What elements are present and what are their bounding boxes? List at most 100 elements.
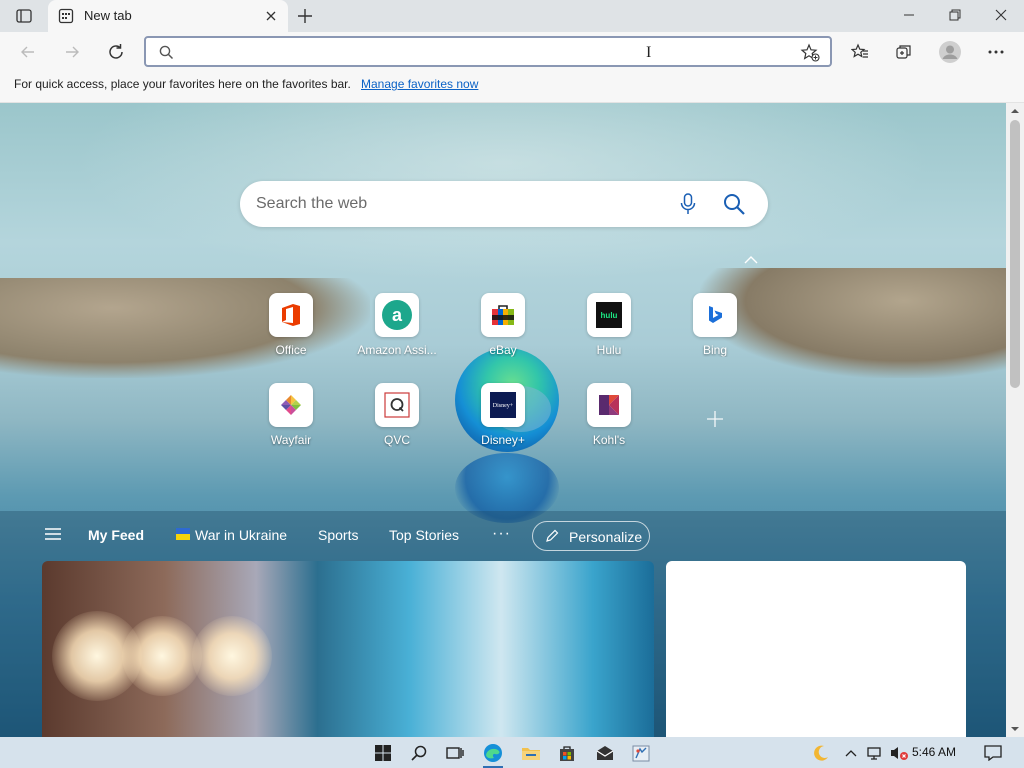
new-tab-button[interactable]: [292, 5, 318, 27]
tab-sports[interactable]: Sports: [318, 527, 358, 543]
volume-status[interactable]: [886, 740, 912, 766]
restore-button[interactable]: [932, 0, 978, 30]
quick-link-ebay[interactable]: eBay: [460, 293, 546, 363]
start-button[interactable]: [370, 740, 396, 766]
quick-link-wayfair[interactable]: Wayfair: [248, 383, 334, 453]
personalize-button[interactable]: Personalize: [532, 521, 650, 551]
more-topics-button[interactable]: ···: [492, 525, 511, 543]
address-bar[interactable]: I: [144, 36, 832, 67]
forward-arrow-icon: [66, 46, 79, 58]
back-arrow-icon: [21, 46, 34, 58]
news-feed: My Feed War in Ukraine Sports Top Storie…: [0, 511, 1006, 737]
svg-text:Disney+: Disney+: [493, 403, 514, 409]
web-search-box[interactable]: Search the web: [240, 181, 768, 227]
show-hidden-icons-button[interactable]: [838, 740, 864, 766]
ukraine-flag-icon: [176, 528, 190, 540]
scrollbar-thumb[interactable]: [1010, 120, 1020, 388]
avatar: [939, 41, 961, 63]
windows-logo-icon: [375, 745, 391, 761]
more-dots-icon: [988, 50, 1004, 54]
close-window-button[interactable]: [978, 0, 1024, 30]
amazon-assistant-icon: a: [382, 300, 412, 330]
taskbar-edge[interactable]: [480, 740, 506, 768]
taskbar-paint[interactable]: [628, 740, 654, 766]
collapse-quick-links-icon[interactable]: [742, 253, 760, 267]
close-tab-button[interactable]: [262, 7, 280, 25]
favorites-icon: [851, 43, 868, 58]
settings-menu-button[interactable]: [982, 38, 1010, 66]
new-tab-page-icon: [58, 8, 74, 24]
quick-link-label: QVC: [383, 433, 410, 447]
action-center-button[interactable]: [980, 740, 1006, 766]
quick-link-label: Disney+: [481, 433, 525, 447]
back-button[interactable]: [14, 38, 42, 66]
search-icon: [411, 745, 427, 761]
ebay-icon: [492, 305, 514, 325]
star-add-icon: [800, 43, 820, 62]
profile-button[interactable]: [936, 38, 964, 66]
folder-icon: [522, 748, 540, 760]
refresh-icon: [109, 44, 123, 59]
quick-link-label: Kohl's: [592, 433, 626, 447]
weather-widget[interactable]: [808, 740, 834, 766]
bing-icon: [709, 306, 722, 323]
close-icon: [266, 11, 276, 21]
quick-link-disney-plus[interactable]: Disney+ Disney+: [460, 383, 546, 453]
taskbar-store[interactable]: [554, 740, 580, 766]
windows-taskbar: 5:46 AM: [0, 737, 1024, 768]
feed-navigation: My Feed War in Ukraine Sports Top Storie…: [0, 511, 1006, 559]
tab-new-tab[interactable]: New tab: [48, 0, 288, 32]
tab-actions-button[interactable]: [8, 5, 40, 27]
close-icon: [995, 9, 1007, 21]
quick-link-qvc[interactable]: QVC: [354, 383, 440, 453]
manage-favorites-link[interactable]: Manage favorites now: [361, 77, 478, 91]
tab-top-stories[interactable]: Top Stories: [389, 527, 459, 543]
favorites-button[interactable]: [846, 38, 874, 66]
tab-my-feed[interactable]: My Feed: [88, 527, 144, 543]
store-bag-icon: [560, 746, 574, 761]
minimize-button[interactable]: [886, 0, 932, 30]
text-cursor-icon: I: [646, 44, 652, 61]
personalize-label: Personalize: [569, 529, 643, 545]
network-icon: [867, 747, 881, 760]
taskbar-clock[interactable]: 5:46 AM: [912, 745, 956, 759]
new-tab-page: Search the web Office a Amazon Assi... e…: [0, 103, 1006, 737]
office-icon: [282, 304, 300, 326]
add-quick-link-icon[interactable]: [704, 408, 726, 430]
scroll-up-icon[interactable]: [1010, 106, 1020, 116]
taskbar-file-explorer[interactable]: [518, 740, 544, 766]
task-view-button[interactable]: [442, 740, 468, 766]
story-card[interactable]: [666, 561, 966, 737]
featured-story-card[interactable]: [42, 561, 654, 737]
add-favorite-button[interactable]: [800, 42, 822, 64]
tab-actions-icon: [16, 9, 32, 23]
page-scrollbar[interactable]: [1006, 103, 1024, 737]
taskbar-mail[interactable]: [592, 740, 618, 766]
paint-icon: [632, 745, 650, 762]
quick-link-label: Bing: [702, 343, 728, 357]
tab-war-in-ukraine[interactable]: War in Ukraine: [195, 527, 287, 543]
scroll-down-icon[interactable]: [1010, 724, 1020, 734]
quick-link-label: Hulu: [596, 343, 622, 357]
search-placeholder: Search the web: [256, 195, 368, 212]
quick-link-bing[interactable]: Bing: [672, 293, 758, 363]
volume-muted-icon: [891, 747, 908, 760]
forward-button[interactable]: [58, 38, 86, 66]
quick-link-label: Amazon Assi...: [357, 343, 437, 357]
quick-link-office[interactable]: Office: [248, 293, 334, 363]
refresh-button[interactable]: [102, 38, 130, 66]
qvc-icon: [384, 392, 410, 418]
quick-link-hulu[interactable]: hulu Hulu: [566, 293, 652, 363]
quick-link-kohls[interactable]: Kohl's: [566, 383, 652, 453]
collections-button[interactable]: [890, 38, 918, 66]
network-status[interactable]: [862, 740, 888, 766]
taskbar-search-button[interactable]: [406, 740, 432, 766]
tab-title: New tab: [84, 8, 132, 23]
quick-link-amazon[interactable]: a Amazon Assi...: [354, 293, 440, 363]
microphone-icon[interactable]: [678, 193, 698, 215]
favorites-bar-message: For quick access, place your favorites h…: [14, 77, 351, 91]
plus-icon: [298, 9, 312, 23]
search-icon[interactable]: [722, 192, 746, 216]
collections-icon: [896, 45, 911, 59]
hamburger-menu-icon[interactable]: [44, 527, 62, 541]
